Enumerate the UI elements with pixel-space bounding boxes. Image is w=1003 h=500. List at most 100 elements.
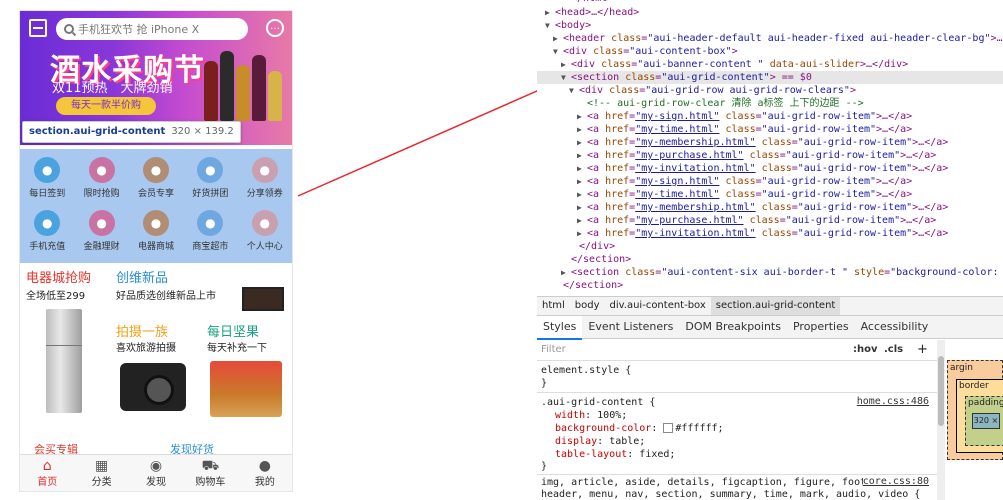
hover-state-toggle[interactable]: :hov: [853, 340, 878, 360]
tab-properties[interactable]: Properties: [787, 316, 855, 338]
dom-line[interactable]: <!-- aui-grid-row-clear 清除 a标签 上下的边距 -->: [537, 97, 864, 110]
expand-triangle-icon[interactable]: ▶: [577, 175, 587, 188]
expand-triangle-icon[interactable]: ▶: [577, 149, 587, 162]
expand-triangle-icon[interactable]: ▼: [569, 84, 579, 97]
grid-item[interactable]: ● 金融理财: [74, 206, 128, 259]
promo-d-title[interactable]: 每日坚果: [207, 321, 259, 340]
tab-discover[interactable]: ◉ 发现: [129, 455, 183, 491]
dom-token[interactable]: "my-invitation.html": [635, 228, 755, 239]
expand-triangle-icon[interactable]: ▶: [577, 188, 587, 201]
new-rule-button[interactable]: +: [917, 340, 928, 360]
dom-line[interactable]: ▶ <a href="my-purchase.html" class="aui-g…: [537, 214, 936, 227]
grid-item[interactable]: ● 手机充值: [20, 206, 74, 259]
dom-line[interactable]: ▶ <a href="my-time.html" class="aui-grid-…: [537, 188, 912, 201]
dom-line[interactable]: ▶ <a href="my-time.html" class="aui-grid-…: [537, 123, 912, 136]
dom-token[interactable]: "my-sign.html": [635, 176, 719, 187]
banner-pill[interactable]: 每天一款半价购: [56, 97, 156, 115]
dom-line[interactable]: </section>: [537, 279, 623, 292]
dom-line[interactable]: ▶ <section class="aui-content-six aui-bor…: [537, 266, 1003, 279]
scrollbar-thumb[interactable]: [938, 356, 944, 426]
grid-item[interactable]: ● 个人中心: [238, 206, 292, 259]
grid-item[interactable]: ● 商宝超市: [183, 206, 237, 259]
css-declaration[interactable]: table-layout: fixed;: [555, 448, 675, 461]
expand-triangle-icon[interactable]: ▶: [577, 123, 587, 136]
dom-line[interactable]: ▶ <a href="my-membership.html" class="aui…: [537, 136, 948, 149]
promo-c-title[interactable]: 拍摄一族: [116, 321, 168, 340]
banner[interactable]: 手机狂欢节 抢 iPhone X … 酒水采购节 双11预热 大牌劲销 每天一款…: [20, 11, 292, 145]
css-property-name[interactable]: table-layout: [555, 449, 627, 460]
filter-input[interactable]: Filter: [541, 340, 841, 360]
color-swatch[interactable]: [663, 423, 674, 433]
class-toggle[interactable]: .cls: [884, 340, 903, 360]
tab-profile[interactable]: ● 我的: [238, 455, 292, 491]
element-style-selector[interactable]: element.style {: [541, 364, 631, 377]
styles-scrollbar[interactable]: [937, 340, 945, 500]
tab-dom-breakpoints[interactable]: DOM Breakpoints: [679, 316, 787, 338]
breadcrumb-item[interactable]: section.aui-grid-content: [710, 297, 841, 315]
dom-line[interactable]: </div>: [537, 240, 615, 253]
dom-token[interactable]: "my-purchase.html": [635, 150, 743, 161]
expand-triangle-icon[interactable]: ▶: [561, 266, 571, 279]
tab-home[interactable]: ⌂ 首页: [20, 455, 74, 491]
expand-triangle-icon[interactable]: ▶: [577, 110, 587, 123]
dom-line[interactable]: ▶ <a href="my-sign.html" class="aui-grid-…: [537, 175, 912, 188]
search-input[interactable]: 手机狂欢节 抢 iPhone X: [56, 18, 248, 40]
promo-b-title[interactable]: 创维新品: [116, 267, 168, 286]
expand-triangle-icon[interactable]: ▼: [561, 71, 571, 84]
dom-line[interactable]: ▶ <header class="aui-header-default aui-h…: [537, 32, 1003, 45]
dom-line[interactable]: ▶ <a href="my-sign.html" class="aui-grid-…: [537, 110, 912, 123]
ua-rule-source-link[interactable]: core.css:80: [862, 476, 929, 487]
grid-item[interactable]: ● 电器商城: [129, 206, 183, 259]
css-property-value[interactable]: #ffffff;: [675, 423, 723, 434]
dom-token[interactable]: "my-sign.html": [635, 111, 719, 122]
fridge-image[interactable]: [46, 309, 82, 413]
expand-triangle-icon[interactable]: ▼: [545, 19, 555, 32]
promo-a-title[interactable]: 电器城抢购: [26, 267, 91, 286]
dom-line[interactable]: ▶ <head>…</head>: [537, 6, 639, 19]
grid-item[interactable]: ● 好货拼团: [183, 153, 237, 206]
dom-line[interactable]: </section>: [537, 253, 631, 266]
tab-accessibility[interactable]: Accessibility: [855, 316, 935, 338]
grid-item[interactable]: ● 会员专享: [129, 153, 183, 206]
dom-token[interactable]: "my-time.html": [635, 189, 719, 200]
css-property-name[interactable]: width: [555, 410, 585, 421]
breadcrumb-item[interactable]: body: [570, 297, 605, 315]
dom-line[interactable]: ▶ <a href="my-purchase.html" class="aui-g…: [537, 149, 936, 162]
tab-styles[interactable]: Styles: [537, 316, 583, 340]
dom-line[interactable]: ▼ <body>: [537, 19, 591, 32]
css-property-value[interactable]: table;: [609, 436, 645, 447]
tab-category[interactable]: ▦ 分类: [74, 455, 128, 491]
css-declaration[interactable]: background-color: #ffffff;: [555, 422, 724, 435]
dom-token[interactable]: "my-purchase.html": [635, 215, 743, 226]
expand-triangle-icon[interactable]: ▶: [545, 6, 555, 19]
tv-image[interactable]: [242, 287, 284, 311]
grid-item[interactable]: ● 每日签到: [20, 153, 74, 206]
expand-triangle-icon[interactable]: ▶: [577, 227, 587, 240]
dom-token[interactable]: "my-membership.html": [635, 137, 755, 148]
dom-line-selected[interactable]: ▼ <section class="aui-grid-content"> == $…: [537, 71, 1003, 84]
dom-line[interactable]: ▼ <div class="aui-content-box">: [537, 45, 738, 58]
expand-triangle-icon[interactable]: ▶: [577, 162, 587, 175]
expand-triangle-icon[interactable]: ▶: [577, 201, 587, 214]
grid-item[interactable]: ● 限时抢购: [74, 153, 128, 206]
css-property-name[interactable]: display: [555, 436, 597, 447]
dom-token[interactable]: "my-time.html": [635, 124, 719, 135]
css-property-value[interactable]: 100%;: [597, 410, 627, 421]
css-declaration[interactable]: display: table;: [555, 435, 645, 448]
message-icon[interactable]: …: [266, 19, 284, 37]
dom-line[interactable]: ▶ <a href="my-membership.html" class="aui…: [537, 201, 948, 214]
dom-line[interactable]: ▶ <div class="aui-banner-content " data-a…: [537, 58, 908, 71]
breadcrumb-item[interactable]: div.aui-content-box: [605, 297, 711, 315]
tab-cart[interactable]: ⛟ 购物车: [183, 455, 237, 491]
breadcrumb-item[interactable]: html: [537, 297, 570, 315]
snacks-image[interactable]: [210, 361, 282, 417]
camera-image[interactable]: [120, 363, 186, 411]
dom-token[interactable]: "my-membership.html": [635, 202, 755, 213]
tab-event-listeners[interactable]: Event Listeners: [582, 316, 679, 338]
expand-triangle-icon[interactable]: ▶: [561, 58, 571, 71]
expand-triangle-icon[interactable]: ▶: [577, 136, 587, 149]
css-property-value[interactable]: fixed;: [639, 449, 675, 460]
dom-token[interactable]: "my-invitation.html": [635, 163, 755, 174]
expand-triangle-icon[interactable]: ▼: [553, 45, 563, 58]
css-property-name[interactable]: background-color: [555, 423, 651, 434]
